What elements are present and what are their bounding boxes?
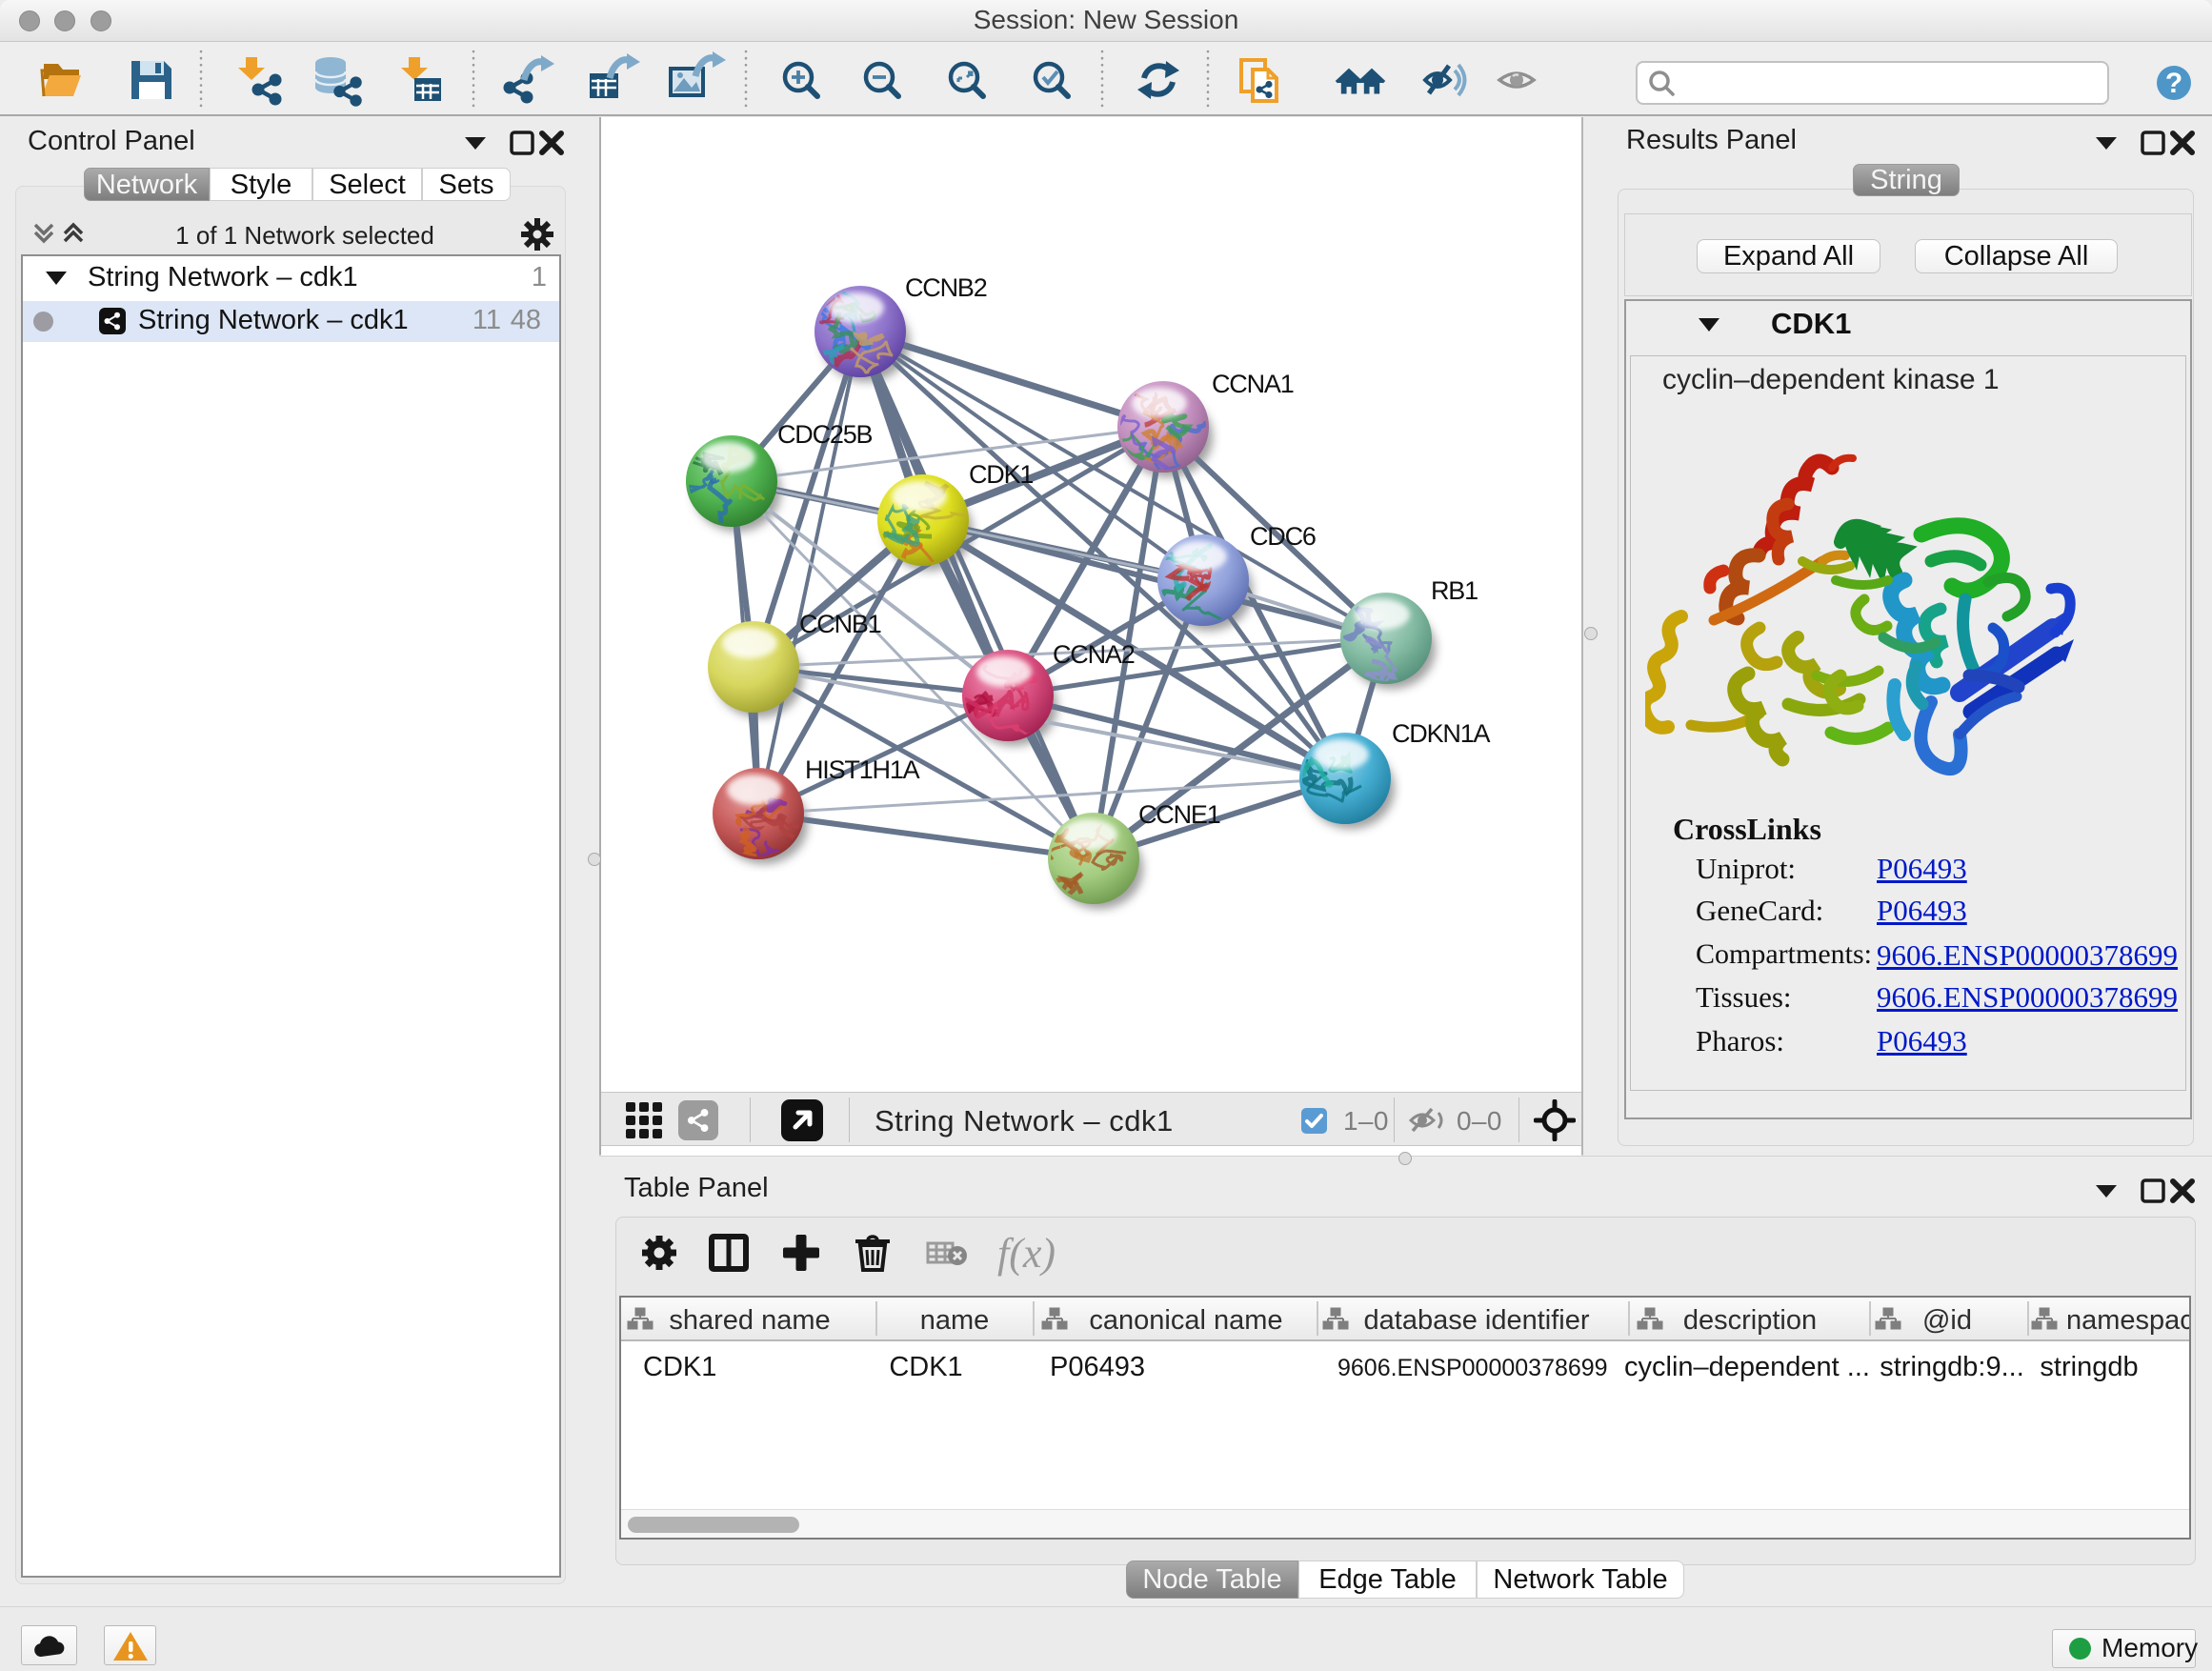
svg-text:CDK1: CDK1 <box>969 460 1033 489</box>
svg-text:namespace: namespace <box>2066 1305 2189 1336</box>
svg-text:database identifier: database identifier <box>1364 1305 1590 1336</box>
svg-text:CCNA2: CCNA2 <box>1053 640 1135 669</box>
svg-text:P06493: P06493 <box>1050 1352 1145 1382</box>
svg-text:CDK1: CDK1 <box>643 1352 716 1382</box>
svg-text:@id: @id <box>1922 1305 1972 1336</box>
svg-text:CCNE1: CCNE1 <box>1138 800 1220 829</box>
svg-text:canonical name: canonical name <box>1089 1305 1282 1336</box>
svg-text:9606.ENSP00000378699: 9606.ENSP00000378699 <box>1337 1355 1608 1381</box>
svg-text:CCNA1: CCNA1 <box>1212 370 1294 398</box>
svg-text:cyclin–dependent ...: cyclin–dependent ... <box>1624 1352 1870 1382</box>
svg-text:CCNB2: CCNB2 <box>905 273 987 302</box>
svg-text:description: description <box>1683 1305 1817 1336</box>
svg-text:CDK1: CDK1 <box>889 1352 962 1382</box>
svg-text:name: name <box>920 1305 990 1336</box>
svg-text:CDC6: CDC6 <box>1250 522 1316 551</box>
svg-text:CDC25B: CDC25B <box>777 420 873 449</box>
svg-text:f(x): f(x) <box>997 1230 1056 1277</box>
svg-text:HIST1H1A: HIST1H1A <box>805 755 920 784</box>
svg-text:stringdb:9...: stringdb:9... <box>1880 1352 2024 1382</box>
svg-text:CDKN1A: CDKN1A <box>1392 719 1491 748</box>
svg-text:shared name: shared name <box>669 1305 830 1336</box>
svg-text:RB1: RB1 <box>1431 576 1478 605</box>
svg-text:stringdb: stringdb <box>2040 1352 2138 1382</box>
svg-text:CCNB1: CCNB1 <box>799 610 881 638</box>
